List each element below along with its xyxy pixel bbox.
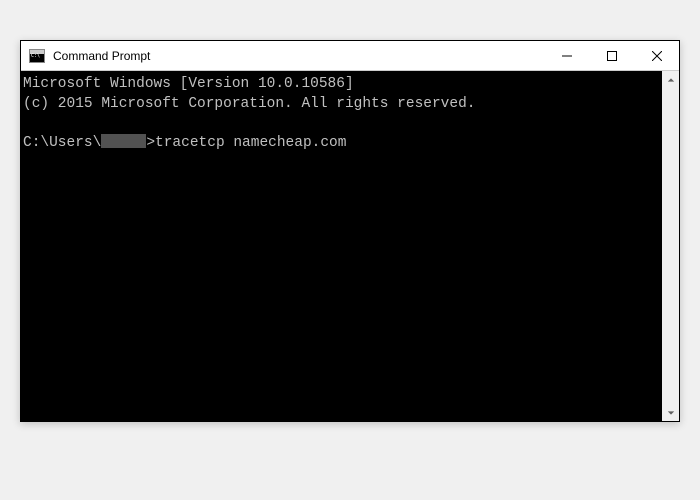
copyright-line: (c) 2015 Microsoft Corporation. All righ…: [23, 96, 475, 112]
scroll-track[interactable]: [662, 88, 679, 404]
scroll-down-button[interactable]: [662, 404, 679, 421]
console-area: Microsoft Windows [Version 10.0.10586] (…: [21, 71, 679, 421]
window-title: Command Prompt: [53, 49, 544, 63]
prompt-suffix: >: [146, 135, 155, 151]
maximize-icon: [607, 51, 617, 61]
chevron-up-icon: [667, 76, 675, 84]
titlebar[interactable]: Command Prompt: [21, 41, 679, 71]
redacted-username: [101, 134, 146, 148]
close-button[interactable]: [634, 41, 679, 70]
version-line: Microsoft Windows [Version 10.0.10586]: [23, 76, 354, 92]
window-controls: [544, 41, 679, 70]
close-icon: [652, 51, 662, 61]
prompt-prefix: C:\Users\: [23, 135, 101, 151]
command-prompt-window: Command Prompt Microsoft Windows [Versio…: [20, 40, 680, 422]
chevron-down-icon: [667, 409, 675, 417]
cmd-icon: [29, 49, 45, 63]
console-output[interactable]: Microsoft Windows [Version 10.0.10586] (…: [21, 71, 662, 421]
vertical-scrollbar[interactable]: [662, 71, 679, 421]
command-text: tracetcp namecheap.com: [155, 135, 346, 151]
minimize-button[interactable]: [544, 41, 589, 70]
scroll-up-button[interactable]: [662, 71, 679, 88]
minimize-icon: [562, 51, 572, 61]
maximize-button[interactable]: [589, 41, 634, 70]
